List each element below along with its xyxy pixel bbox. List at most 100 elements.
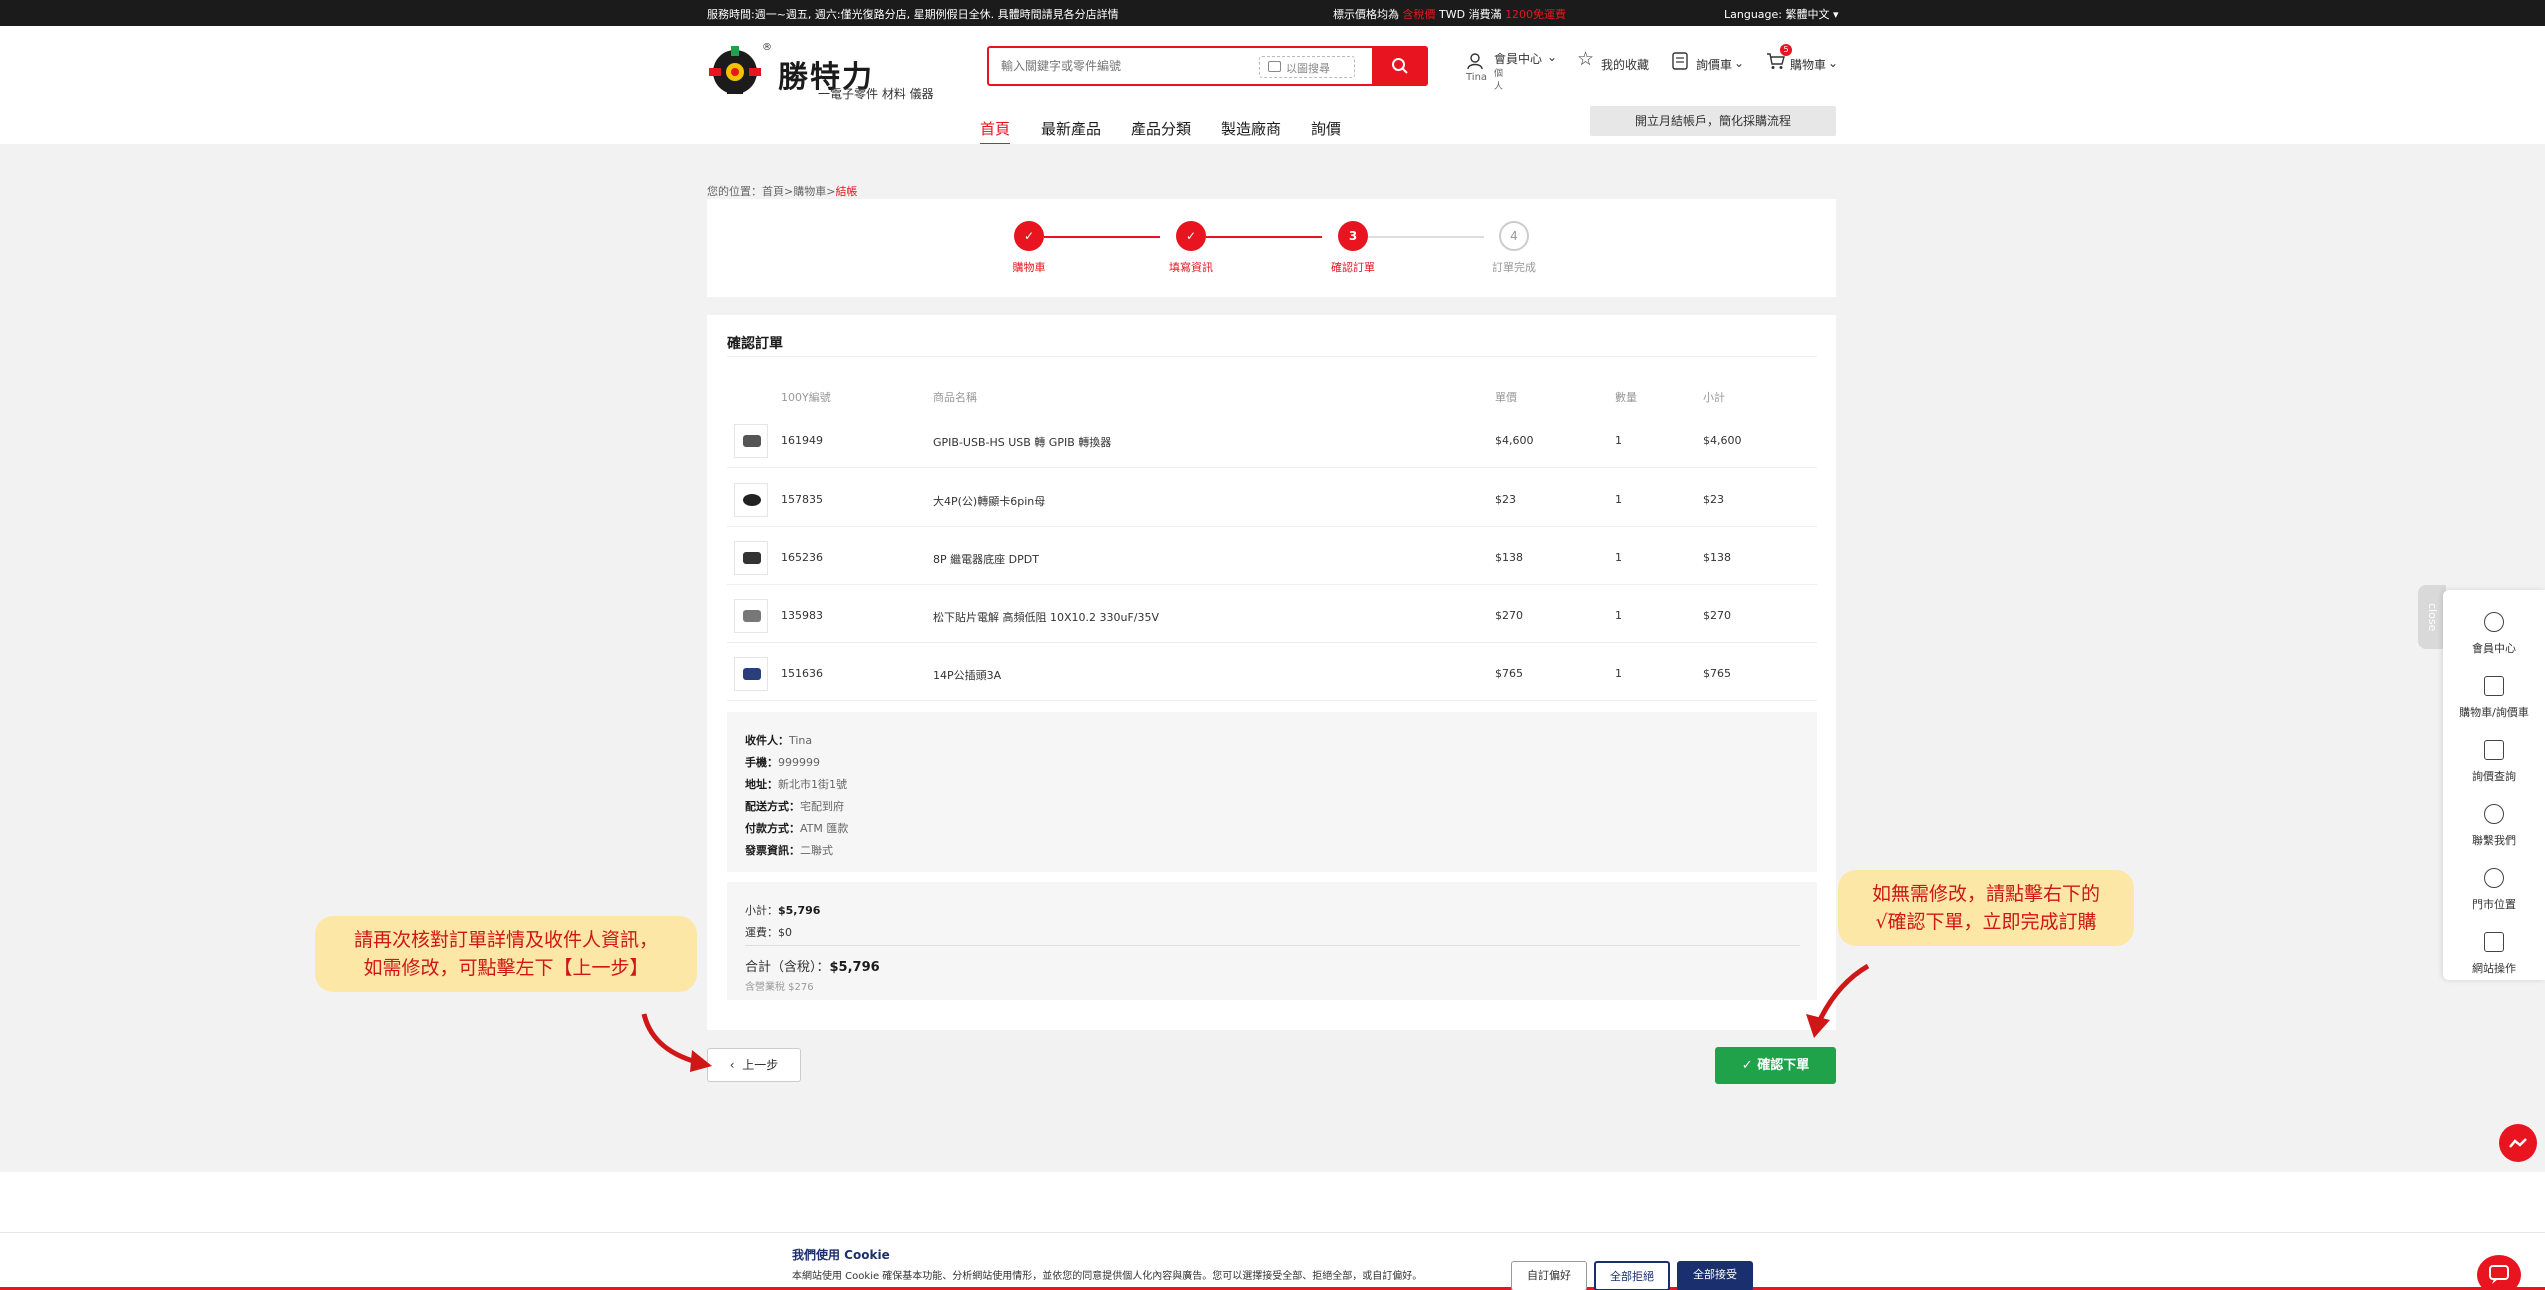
language-selector[interactable]: Language: 繁體中文 ▾ xyxy=(1724,6,1839,22)
product-thumbnail[interactable] xyxy=(734,424,768,458)
step-2-label: 填寫資訊 xyxy=(1169,261,1213,274)
brand-logo[interactable] xyxy=(705,42,765,98)
table-row: 151636 14P公插頭3A $765 1 $765 xyxy=(727,643,1817,701)
total-line: 合計（含稅）：$5,796 xyxy=(745,960,880,975)
cookie-consent-banner: 我們使用 Cookie 本網站使用 Cookie 確保基本功能、分析網站使用情形… xyxy=(0,1232,2545,1290)
side-quick-panel: 會員中心 購物車/詢價車 詢價查詢 聯繫我們 門市位置 網站操作 xyxy=(2443,590,2545,980)
side-contact-us[interactable]: 聯繫我們 xyxy=(2443,794,2545,858)
cookie-reject-all-button[interactable]: 全部拒絕 xyxy=(1594,1261,1670,1290)
annotation-left: 請再次核對訂單詳情及收件人資訊， 如需修改，可點擊左下【上一步】 xyxy=(315,916,697,992)
side-panel-close-button[interactable]: close xyxy=(2418,585,2446,649)
floating-action-button[interactable] xyxy=(2499,1124,2537,1162)
user-icon xyxy=(2484,612,2504,632)
header-code: 100Y編號 xyxy=(781,391,831,404)
chevron-down-icon: ⌄ xyxy=(1734,56,1745,70)
chat-icon xyxy=(2489,1265,2509,1284)
previous-step-button[interactable]: ‹ 上一步 xyxy=(707,1048,801,1082)
step-connector xyxy=(1044,236,1160,238)
cookie-customize-button[interactable]: 自訂偏好 xyxy=(1511,1261,1587,1290)
top-info-bar: 服務時間:週一~週五, 週六:僅光復路分店, 星期例假日全休. 具體時間請見各分… xyxy=(0,0,2545,26)
product-name-link[interactable]: 14P公插頭3A xyxy=(933,667,1001,683)
header-name: 商品名稱 xyxy=(933,391,977,404)
recipient-name: 收件人：Tina xyxy=(745,734,813,747)
nav-home[interactable]: 首頁 xyxy=(980,118,1011,145)
table-row: 135983 松下貼片電解 高頻低阻 10X10.2 330uF/35V $27… xyxy=(727,585,1817,643)
order-title: 確認訂單 xyxy=(727,336,783,352)
step-3-number: 3 xyxy=(1338,221,1368,251)
star-icon: ☆ xyxy=(1577,48,1595,70)
tax-note: 含營業稅 $276 xyxy=(745,982,814,993)
step-4-label: 訂單完成 xyxy=(1492,261,1536,274)
guide-icon xyxy=(2484,932,2504,952)
search-input[interactable] xyxy=(1001,56,1231,76)
cookie-title: 我們使用 Cookie xyxy=(792,1248,890,1262)
monthly-account-promo-button[interactable]: 開立月結帳戶，簡化採購流程 xyxy=(1590,106,1836,136)
header-qty: 數量 xyxy=(1615,391,1637,404)
chat-button[interactable] xyxy=(2477,1255,2521,1290)
product-name-link[interactable]: GPIB-USB-HS USB 轉 GPIB 轉換器 xyxy=(933,434,1111,450)
camera-icon xyxy=(1268,61,1281,72)
search-button[interactable] xyxy=(1372,46,1428,86)
registered-mark: ® xyxy=(762,42,772,53)
product-name-link[interactable]: 大4P(公)轉顯卡6pin母 xyxy=(933,493,1045,509)
shipping-method: 配送方式：宅配到府 xyxy=(745,800,844,813)
recipient-info-box: 收件人：Tina 手機：999999 地址：新北市1街1號 配送方式：宅配到府 … xyxy=(727,712,1817,872)
payment-method: 付款方式：ATM 匯款 xyxy=(745,822,849,835)
header-price: 單價 xyxy=(1495,391,1517,404)
step-connector xyxy=(1368,236,1484,238)
invoice-info: 發票資訊：二聯式 xyxy=(745,844,833,857)
arrow-right-annotation-icon xyxy=(1806,963,1870,1038)
search-bar: 以圖搜尋 xyxy=(987,46,1428,86)
user-icon xyxy=(1467,53,1483,70)
nav-inquiry[interactable]: 詢價 xyxy=(1311,118,1341,139)
arrow-left-annotation-icon xyxy=(641,1013,712,1072)
nav-manufacturers[interactable]: 製造廠商 xyxy=(1221,118,1281,139)
price-note: 標示價格均為 含稅價 TWD 消費滿 1200免運費 xyxy=(1333,8,1567,21)
cart-count-badge: 5 xyxy=(1780,44,1792,56)
divider xyxy=(745,945,1800,946)
brand-tagline: 一電子零件 材料 儀器 xyxy=(818,87,934,101)
chevron-left-icon: ‹ xyxy=(729,1058,735,1072)
nav-new-products[interactable]: 最新產品 xyxy=(1041,118,1101,139)
step-4-number: 4 xyxy=(1499,221,1529,251)
footer-strip xyxy=(0,1172,2545,1232)
side-store-location[interactable]: 門市位置 xyxy=(2443,858,2545,922)
image-search-button[interactable]: 以圖搜尋 xyxy=(1259,56,1355,78)
quote-search-icon xyxy=(2484,740,2504,760)
chevron-down-icon: ⌄ xyxy=(1547,50,1558,64)
step-3-label: 確認訂單 xyxy=(1331,261,1375,274)
step-2-check-icon: ✓ xyxy=(1176,221,1206,251)
subtotal-line: 小計：$5,796 xyxy=(745,904,821,917)
cookie-accept-all-button[interactable]: 全部接受 xyxy=(1677,1261,1753,1290)
product-thumbnail[interactable] xyxy=(734,657,768,691)
nav-categories[interactable]: 產品分類 xyxy=(1131,118,1191,139)
shipping-fee-line: 運費：$0 xyxy=(745,926,792,939)
checkout-steps xyxy=(707,199,1836,297)
step-1-check-icon: ✓ xyxy=(1014,221,1044,251)
table-row: 161949 GPIB-USB-HS USB 轉 GPIB 轉換器 $4,600… xyxy=(727,410,1817,468)
product-thumbnail[interactable] xyxy=(734,541,768,575)
annotation-right: 如無需修改，請點擊右下的 √確認下單，立即完成訂購 xyxy=(1838,870,2134,946)
cart-icon xyxy=(2484,676,2504,696)
side-quote-search[interactable]: 詢價查詢 xyxy=(2443,730,2545,794)
product-name-link[interactable]: 松下貼片電解 高頻低阻 10X10.2 330uF/35V xyxy=(933,609,1159,625)
cookie-description: 本網站使用 Cookie 確保基本功能、分析網站使用情形，並依您的同意提供個人化… xyxy=(792,1271,1423,1282)
search-icon xyxy=(1392,58,1408,74)
product-name-link[interactable]: 8P 繼電器底座 DPDT xyxy=(933,551,1039,567)
recipient-phone: 手機：999999 xyxy=(745,756,820,769)
confirm-order-button[interactable]: ✓ 確認下單 xyxy=(1715,1047,1836,1084)
product-thumbnail[interactable] xyxy=(734,599,768,633)
step-connector xyxy=(1206,236,1322,238)
chevron-down-icon: ⌄ xyxy=(1828,56,1839,70)
side-member-center[interactable]: 會員中心 xyxy=(2443,602,2545,666)
location-pin-icon xyxy=(2484,868,2504,888)
site-header: ® 勝特力 一電子零件 材料 儀器 以圖搜尋 會員中心 ⌄ Tina 個人 ☆ … xyxy=(0,26,2545,145)
service-hours-text: 服務時間:週一~週五, 週六:僅光復路分店, 星期例假日全休. 具體時間請見各分… xyxy=(707,8,1119,21)
side-site-guide[interactable]: 網站操作 xyxy=(2443,922,2545,986)
product-thumbnail[interactable] xyxy=(734,483,768,517)
breadcrumb: 您的位置：首頁>購物車>結帳 xyxy=(707,185,858,198)
table-row: 157835 大4P(公)轉顯卡6pin母 $23 1 $23 xyxy=(727,469,1817,527)
step-1-label: 購物車 xyxy=(1012,261,1046,274)
side-cart[interactable]: 購物車/詢價車 xyxy=(2443,666,2545,730)
document-icon xyxy=(1672,52,1688,70)
